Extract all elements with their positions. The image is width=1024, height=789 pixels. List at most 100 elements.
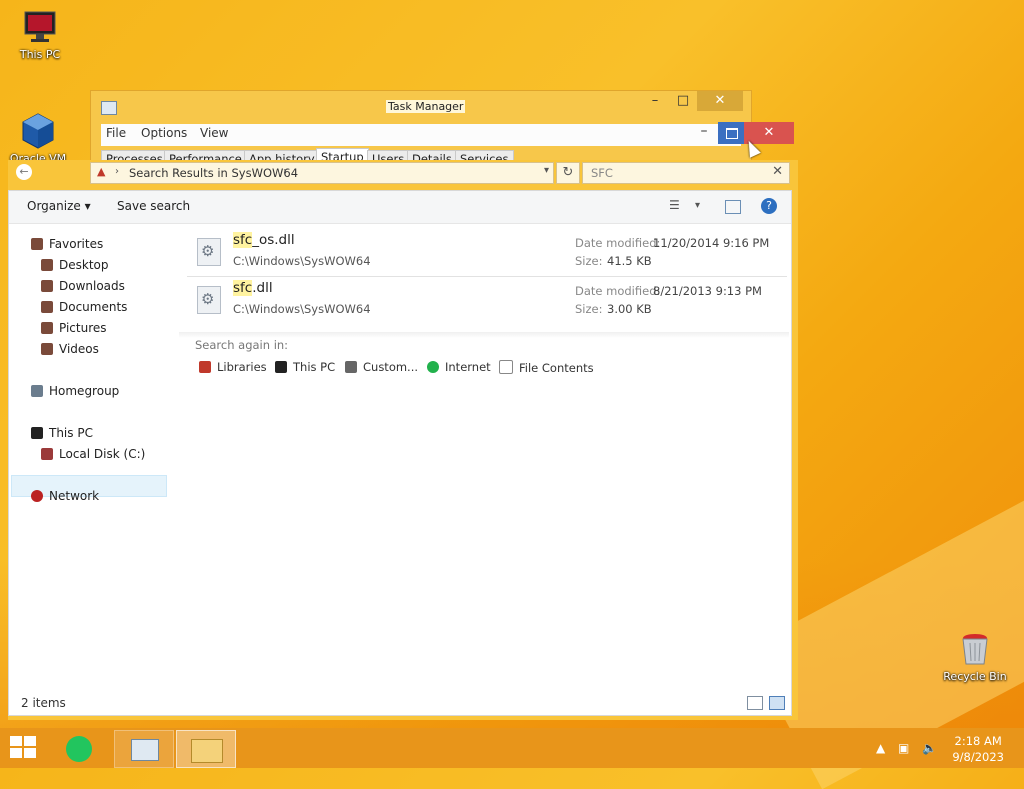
search-again-custom[interactable]: Custom... — [345, 360, 418, 374]
help-icon[interactable]: ? — [761, 198, 777, 214]
nav-label: Videos — [59, 342, 99, 356]
status-bar: 2 items — [9, 691, 791, 715]
view-options-icon[interactable]: ☰ — [669, 198, 685, 214]
volume-icon[interactable]: 🔈 — [922, 741, 937, 755]
date-modified-label: Date modified: — [575, 284, 661, 298]
document-icon — [499, 360, 513, 374]
nav-item-documents[interactable]: Documents — [41, 297, 127, 317]
task-manager-title: Task Manager — [386, 100, 466, 113]
nav-item-homegroup[interactable]: Homegroup — [31, 381, 119, 401]
address-bar[interactable]: ▲ › Search Results in SysWOW64 › ▾ — [90, 162, 554, 184]
search-results-pane: sfc_os.dll C:\Windows\SysWOW64 Date modi… — [179, 224, 789, 684]
taskbar-app-task-manager[interactable] — [114, 730, 174, 768]
taskbar: ▲ ▣ 🔈 2:18 AM 9/8/2023 — [0, 728, 1024, 768]
monitor-icon — [24, 11, 56, 42]
chevron-down-icon[interactable]: ▾ — [695, 200, 711, 216]
search-again-item-label: File Contents — [519, 361, 594, 375]
nav-item-local-disk[interactable]: Local Disk (C:) — [41, 444, 145, 464]
date-modified-value: 11/20/2014 9:16 PM — [653, 236, 770, 250]
close-button[interactable]: ✕ — [697, 91, 743, 111]
drive-icon — [41, 448, 53, 460]
item-count: 2 items — [21, 696, 66, 710]
nav-item-this-pc[interactable]: This PC — [31, 423, 93, 443]
file-path: C:\Windows\SysWOW64 — [233, 254, 371, 268]
file-name[interactable]: sfc.dll — [233, 280, 273, 296]
nav-label: Favorites — [49, 237, 104, 251]
internet-icon — [427, 361, 439, 373]
maximize-button[interactable]: □ — [669, 91, 697, 113]
nav-item-network[interactable]: Network — [31, 486, 99, 506]
refresh-button[interactable]: ↻ — [556, 162, 580, 184]
name-rest: _os.dll — [252, 232, 295, 248]
navigation-pane: Favorites Desktop Downloads Documents Pi… — [9, 224, 167, 684]
file-path: C:\Windows\SysWOW64 — [233, 302, 371, 316]
name-highlight: sfc — [233, 232, 253, 248]
menu-file[interactable]: File — [106, 126, 126, 140]
list-item[interactable]: sfc.dll C:\Windows\SysWOW64 Date modifie… — [187, 276, 787, 322]
clock-date: 9/8/2023 — [952, 750, 1004, 764]
nav-label: This PC — [49, 426, 93, 440]
desktop-icon-recycle-bin[interactable]: Recycle Bin — [940, 630, 1010, 683]
windows-logo-pane — [24, 736, 36, 746]
search-again-internet[interactable]: Internet — [427, 360, 491, 374]
save-search-button[interactable]: Save search — [117, 199, 190, 213]
explorer-toolbar: Organize ▾ Save search ☰ ▾ ? — [9, 191, 791, 224]
file-name[interactable]: sfc_os.dll — [233, 232, 295, 248]
notes-app-icon — [66, 736, 92, 762]
search-folder-icon: ▲ — [97, 165, 106, 178]
chevron-right-icon: › — [283, 166, 287, 177]
dll-file-icon — [197, 286, 221, 314]
preview-pane-icon[interactable] — [725, 200, 741, 214]
list-item[interactable]: sfc_os.dll C:\Windows\SysWOW64 Date modi… — [187, 228, 787, 274]
nav-item-videos[interactable]: Videos — [41, 339, 99, 359]
nav-item-desktop[interactable]: Desktop — [41, 255, 109, 275]
search-input[interactable]: SFC — [591, 166, 613, 180]
date-modified-value: 8/21/2013 9:13 PM — [653, 284, 762, 298]
menu-options[interactable]: Options — [141, 126, 187, 140]
search-again-libraries[interactable]: Libraries — [199, 360, 267, 374]
network-icon — [31, 490, 43, 502]
organize-button[interactable]: Organize ▾ — [27, 199, 91, 213]
videos-icon — [41, 343, 53, 355]
organize-label: Organize — [27, 199, 81, 213]
search-again-this-pc[interactable]: This PC — [275, 360, 335, 374]
monitor-icon — [275, 361, 287, 373]
dll-file-icon — [197, 238, 221, 266]
nav-item-downloads[interactable]: Downloads — [41, 276, 125, 296]
breadcrumb[interactable]: Search Results in SysWOW64 — [129, 166, 298, 180]
taskbar-app-file-explorer[interactable] — [176, 730, 236, 768]
taskbar-app-notes[interactable] — [56, 730, 114, 766]
windows-logo-pane — [10, 748, 22, 758]
details-view-icon[interactable] — [747, 696, 763, 710]
desktop-icon — [41, 259, 53, 271]
search-again-item-label: Libraries — [217, 360, 267, 374]
search-again-item-label: This PC — [293, 360, 336, 374]
nav-label: Local Disk (C:) — [59, 447, 146, 461]
recycle-bin-icon — [962, 634, 988, 665]
back-arrow-icon[interactable]: ← — [16, 164, 32, 180]
nav-item-pictures[interactable]: Pictures — [41, 318, 107, 338]
task-manager-titlebar[interactable]: Task Manager – □ ✕ — [91, 91, 751, 121]
start-button[interactable] — [10, 736, 38, 760]
name-rest: .dll — [252, 280, 273, 296]
search-box[interactable]: SFC ✕ — [582, 162, 790, 184]
homegroup-icon — [31, 385, 43, 397]
desktop-icon-this-pc[interactable]: This PC — [5, 8, 75, 61]
documents-icon — [41, 301, 53, 313]
window-maximize-button[interactable] — [718, 122, 744, 144]
chevron-down-icon[interactable]: ▾ — [544, 165, 549, 176]
network-status-icon[interactable]: ▣ — [898, 741, 909, 755]
clear-search-icon[interactable]: ✕ — [772, 164, 783, 179]
nav-label: Documents — [59, 300, 128, 314]
clock[interactable]: 2:18 AM 9/8/2023 — [952, 733, 1004, 765]
show-hidden-icons-icon[interactable]: ▲ — [876, 741, 885, 755]
minimize-button[interactable]: – — [641, 91, 669, 113]
menu-view[interactable]: View — [200, 126, 228, 140]
task-manager-icon — [131, 739, 159, 761]
folder-icon — [191, 739, 223, 763]
window-minimize-button[interactable]: – — [690, 123, 718, 143]
search-again-file-contents[interactable]: File Contents — [499, 360, 594, 375]
large-icons-view-icon[interactable] — [769, 696, 785, 710]
name-highlight: sfc — [233, 280, 253, 296]
nav-item-favorites[interactable]: Favorites — [31, 234, 103, 254]
